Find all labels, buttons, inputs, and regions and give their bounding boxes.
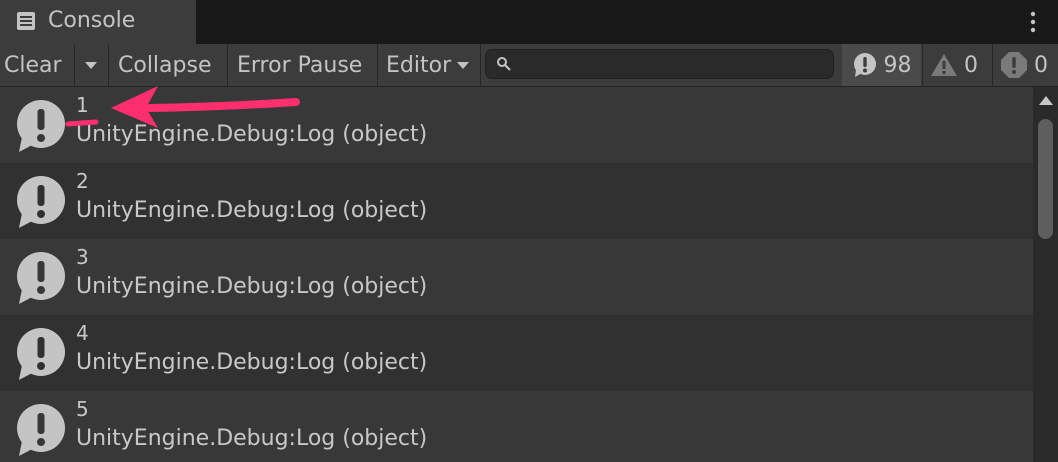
log-entry[interactable]: 5 UnityEngine.Debug:Log (object): [0, 391, 1033, 462]
log-entry-number: 2: [76, 169, 89, 193]
search-input[interactable]: [485, 49, 834, 79]
editor-dropdown[interactable]: Editor: [386, 44, 470, 86]
info-log-icon: [17, 100, 65, 152]
info-log-icon: [17, 328, 65, 380]
info-log-icon: [17, 176, 65, 228]
chevron-down-icon: [457, 62, 470, 69]
kebab-menu-icon[interactable]: [1022, 10, 1044, 34]
vertical-scrollbar[interactable]: [1033, 87, 1058, 462]
log-count-toggle[interactable]: 98: [842, 44, 921, 86]
log-entry-message: UnityEngine.Debug:Log (object): [76, 198, 428, 223]
editor-dropdown-label: Editor: [386, 52, 452, 78]
error-count: 0: [1034, 52, 1048, 78]
tab-console[interactable]: Console: [0, 0, 196, 44]
separator: [108, 44, 109, 86]
chevron-down-icon: [85, 62, 97, 69]
log-list: 1 UnityEngine.Debug:Log (object) 2 Unity…: [0, 87, 1033, 462]
clear-button[interactable]: Clear: [4, 44, 62, 86]
separator: [377, 44, 378, 86]
info-log-icon: [17, 252, 65, 304]
warning-count: 0: [964, 52, 978, 78]
log-entry-message: UnityEngine.Debug:Log (object): [76, 426, 428, 451]
error-count-toggle[interactable]: 0: [1000, 44, 1048, 86]
clear-options-dropdown[interactable]: [75, 44, 107, 86]
log-entry[interactable]: 3 UnityEngine.Debug:Log (object): [0, 239, 1033, 315]
scroll-up-arrow-icon[interactable]: [1039, 96, 1053, 105]
log-entry-number: 1: [76, 93, 89, 117]
separator: [992, 44, 993, 86]
scrollbar-thumb[interactable]: [1038, 119, 1053, 239]
log-entry-number: 4: [76, 321, 89, 345]
separator: [922, 44, 923, 86]
separator: [480, 44, 481, 86]
tab-bar: Console: [0, 0, 1058, 44]
search-icon: [497, 57, 511, 71]
error-pause-button[interactable]: Error Pause: [237, 44, 362, 86]
info-log-icon: [853, 53, 876, 77]
log-count: 98: [883, 52, 912, 78]
log-entry-message: UnityEngine.Debug:Log (object): [76, 274, 428, 299]
log-entry-number: 3: [76, 245, 89, 269]
warning-icon: [931, 54, 957, 76]
log-entry[interactable]: 4 UnityEngine.Debug:Log (object): [0, 315, 1033, 391]
log-entry[interactable]: 1 UnityEngine.Debug:Log (object): [0, 87, 1033, 163]
log-entry-message: UnityEngine.Debug:Log (object): [76, 350, 428, 375]
warning-count-toggle[interactable]: 0: [930, 44, 978, 86]
error-icon: [1001, 52, 1027, 78]
info-log-icon: [17, 404, 65, 456]
log-entry-number: 5: [76, 397, 89, 421]
log-entry-message: UnityEngine.Debug:Log (object): [76, 122, 428, 147]
collapse-button[interactable]: Collapse: [118, 44, 212, 86]
console-list-icon: [17, 12, 35, 30]
log-entry[interactable]: 2 UnityEngine.Debug:Log (object): [0, 163, 1033, 239]
tab-console-label: Console: [48, 8, 136, 33]
console-toolbar: Clear Collapse Error Pause Editor 98 0 0: [0, 44, 1058, 87]
separator: [227, 44, 228, 86]
